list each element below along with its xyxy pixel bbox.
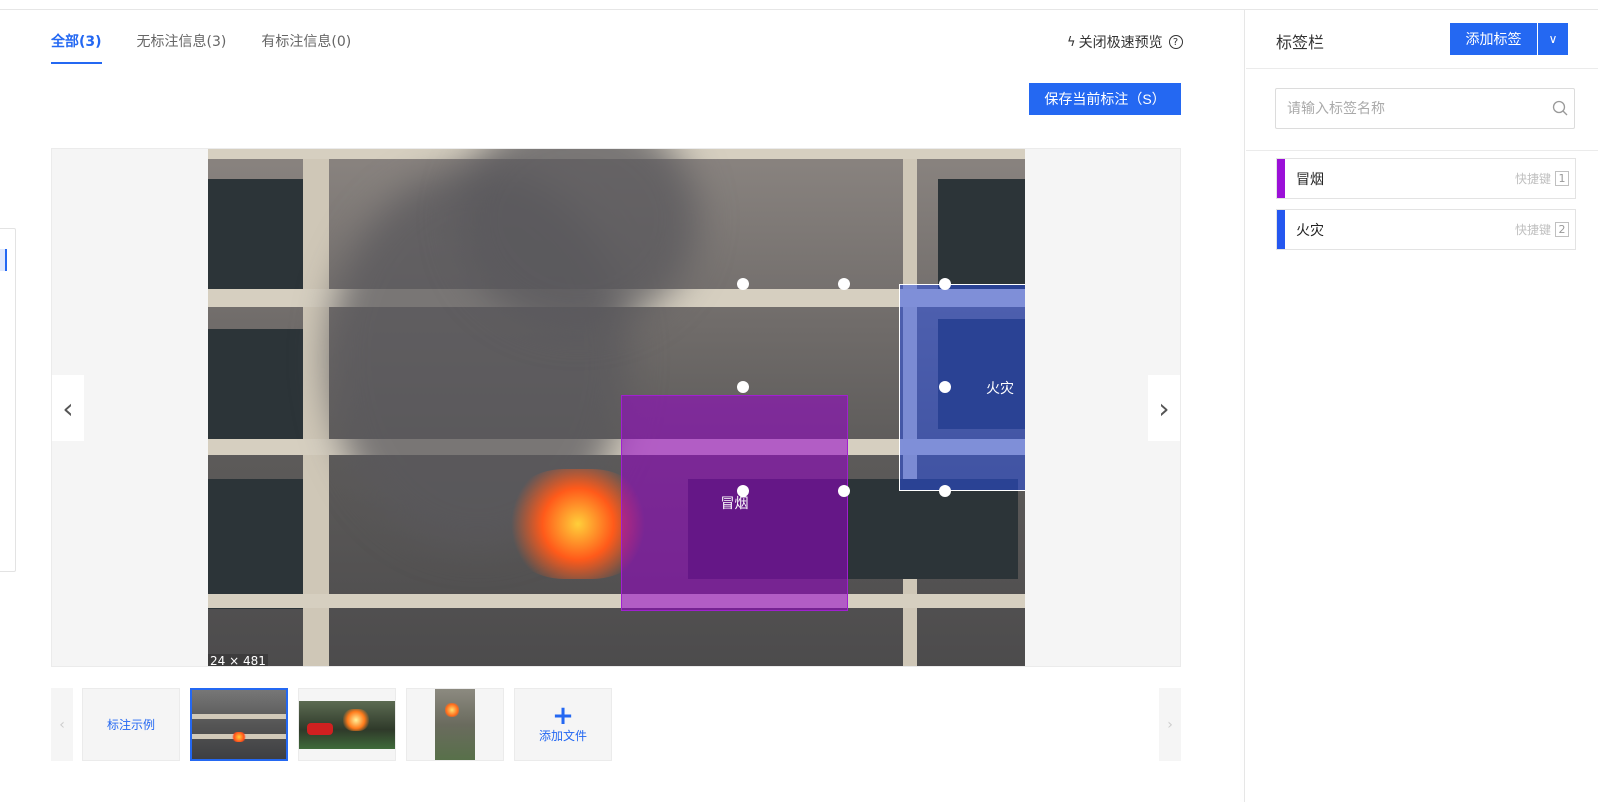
prev-image-button[interactable]: ‹ xyxy=(52,375,84,441)
image-dimensions: 24 × 481 xyxy=(208,654,268,667)
resize-handle[interactable] xyxy=(939,278,951,290)
thumbnail-image xyxy=(192,690,286,759)
hotkey-key: 1 xyxy=(1555,171,1569,186)
rect-tool-button[interactable] xyxy=(0,249,7,271)
bbox-smoke[interactable]: 冒烟 xyxy=(621,395,848,611)
tag-color-stripe xyxy=(1277,210,1285,249)
panel-separator xyxy=(1246,68,1598,69)
hotkey-hint: 快捷键 2 xyxy=(1515,221,1569,238)
resize-handle[interactable] xyxy=(737,381,749,393)
annotation-canvas[interactable]: 冒烟 火灾 24 × 481 ‹ › xyxy=(51,148,1181,667)
add-file-label: 添加文件 xyxy=(538,729,587,743)
panel-separator xyxy=(1246,150,1598,151)
help-icon[interactable]: ? xyxy=(1168,35,1183,49)
resize-handle[interactable] xyxy=(737,485,749,497)
annotated-image: 冒烟 火灾 24 × 481 xyxy=(208,149,1025,667)
search-icon[interactable] xyxy=(1552,100,1568,116)
chevron-right-icon: › xyxy=(1158,391,1170,425)
bbox-fire-label: 火灾 xyxy=(986,380,1014,397)
tag-name: 冒烟 xyxy=(1296,171,1324,188)
annotation-toolbar xyxy=(0,228,16,572)
tag-panel-title: 标签栏 xyxy=(1276,33,1325,52)
image-thumbnail[interactable] xyxy=(190,688,288,761)
tag-item-smoke[interactable]: 冒烟 快捷键 1 xyxy=(1276,158,1576,199)
example-thumbnail[interactable]: 标注示例 xyxy=(82,688,180,761)
panel-divider xyxy=(1244,10,1245,802)
chevron-left-icon: ‹ xyxy=(59,716,65,733)
filter-tabs: 全部(3) 无标注信息(3) 有标注信息(0) xyxy=(51,20,386,64)
thumbnail-image xyxy=(435,689,475,760)
add-tag-dropdown[interactable]: ∨ xyxy=(1538,23,1568,55)
resize-handle[interactable] xyxy=(737,278,749,290)
hotkey-hint: 快捷键 1 xyxy=(1515,170,1569,187)
image-thumbnail[interactable] xyxy=(406,688,504,761)
thumb-scroll-left-button[interactable]: ‹ xyxy=(51,688,73,761)
bbox-fire[interactable]: 火灾 xyxy=(899,284,1025,491)
tab-annotated[interactable]: 有标注信息(0) xyxy=(261,20,351,64)
plus-icon: + xyxy=(552,701,574,731)
tab-all[interactable]: 全部(3) xyxy=(51,20,102,64)
chevron-down-icon: ∨ xyxy=(1548,32,1558,46)
image-thumbnail[interactable] xyxy=(298,688,396,761)
tag-search-input[interactable] xyxy=(1276,89,1574,128)
hotkey-label: 快捷键 xyxy=(1514,172,1551,186)
example-label: 标注示例 xyxy=(106,718,155,732)
add-tag-button[interactable]: 添加标签 xyxy=(1450,23,1537,55)
thumb-scroll-right-button[interactable]: › xyxy=(1159,688,1181,761)
top-border xyxy=(0,9,1598,10)
chevron-right-icon: › xyxy=(1167,716,1173,733)
tag-item-fire[interactable]: 火灾 快捷键 2 xyxy=(1276,209,1576,250)
tag-color-stripe xyxy=(1277,159,1285,198)
resize-handle[interactable] xyxy=(838,278,850,290)
hotkey-key: 2 xyxy=(1555,222,1569,237)
add-file-button[interactable]: + 添加文件 xyxy=(514,688,612,761)
tab-unannotated[interactable]: 无标注信息(3) xyxy=(137,20,227,64)
hotkey-label: 快捷键 xyxy=(1514,223,1551,237)
resize-handle[interactable] xyxy=(939,381,951,393)
resize-handle[interactable] xyxy=(838,485,850,497)
next-image-button[interactable]: › xyxy=(1148,375,1180,441)
fast-preview-label: 关闭极速预览 xyxy=(1078,35,1163,51)
tag-search xyxy=(1275,88,1575,129)
save-annotation-button[interactable]: 保存当前标注（S） xyxy=(1029,83,1181,115)
tag-name: 火灾 xyxy=(1296,222,1324,239)
chevron-left-icon: ‹ xyxy=(62,391,74,425)
lightning-icon: ϟ xyxy=(1067,34,1076,50)
thumbnail-image xyxy=(299,700,395,749)
fast-preview-toggle[interactable]: ϟ 关闭极速预览 ? xyxy=(1067,32,1183,52)
thumbnail-strip: ‹ 标注示例 + 添加文件 › xyxy=(51,688,1181,761)
resize-handle[interactable] xyxy=(939,485,951,497)
